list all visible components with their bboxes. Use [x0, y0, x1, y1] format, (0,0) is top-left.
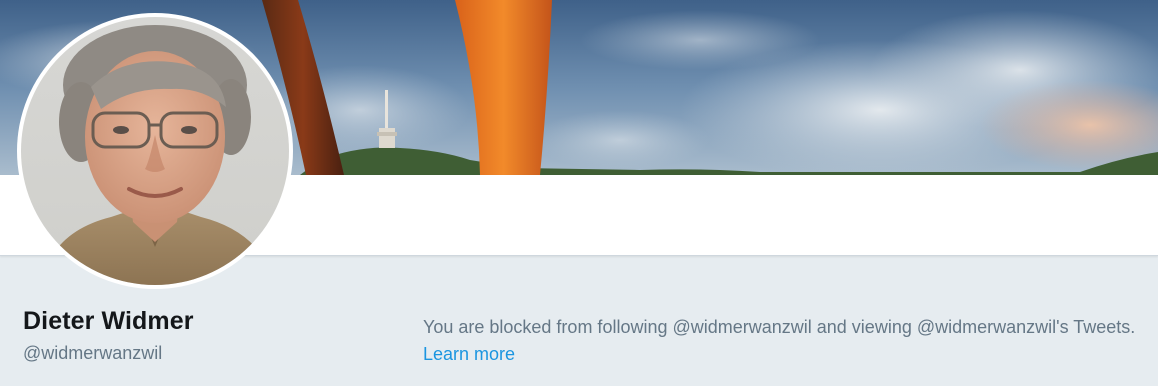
avatar[interactable]: [17, 13, 293, 289]
profile-display-name[interactable]: Dieter Widmer: [23, 307, 194, 336]
blocked-message: You are blocked from following @widmerwa…: [423, 317, 1136, 337]
learn-more-link[interactable]: Learn more: [423, 344, 515, 364]
avatar-photo: [21, 17, 289, 285]
profile-page: Dieter Widmer @widmerwanzwil You are blo…: [0, 0, 1158, 386]
profile-handle[interactable]: @widmerwanzwil: [23, 343, 162, 364]
blocked-notice: You are blocked from following @widmerwa…: [423, 314, 1153, 368]
